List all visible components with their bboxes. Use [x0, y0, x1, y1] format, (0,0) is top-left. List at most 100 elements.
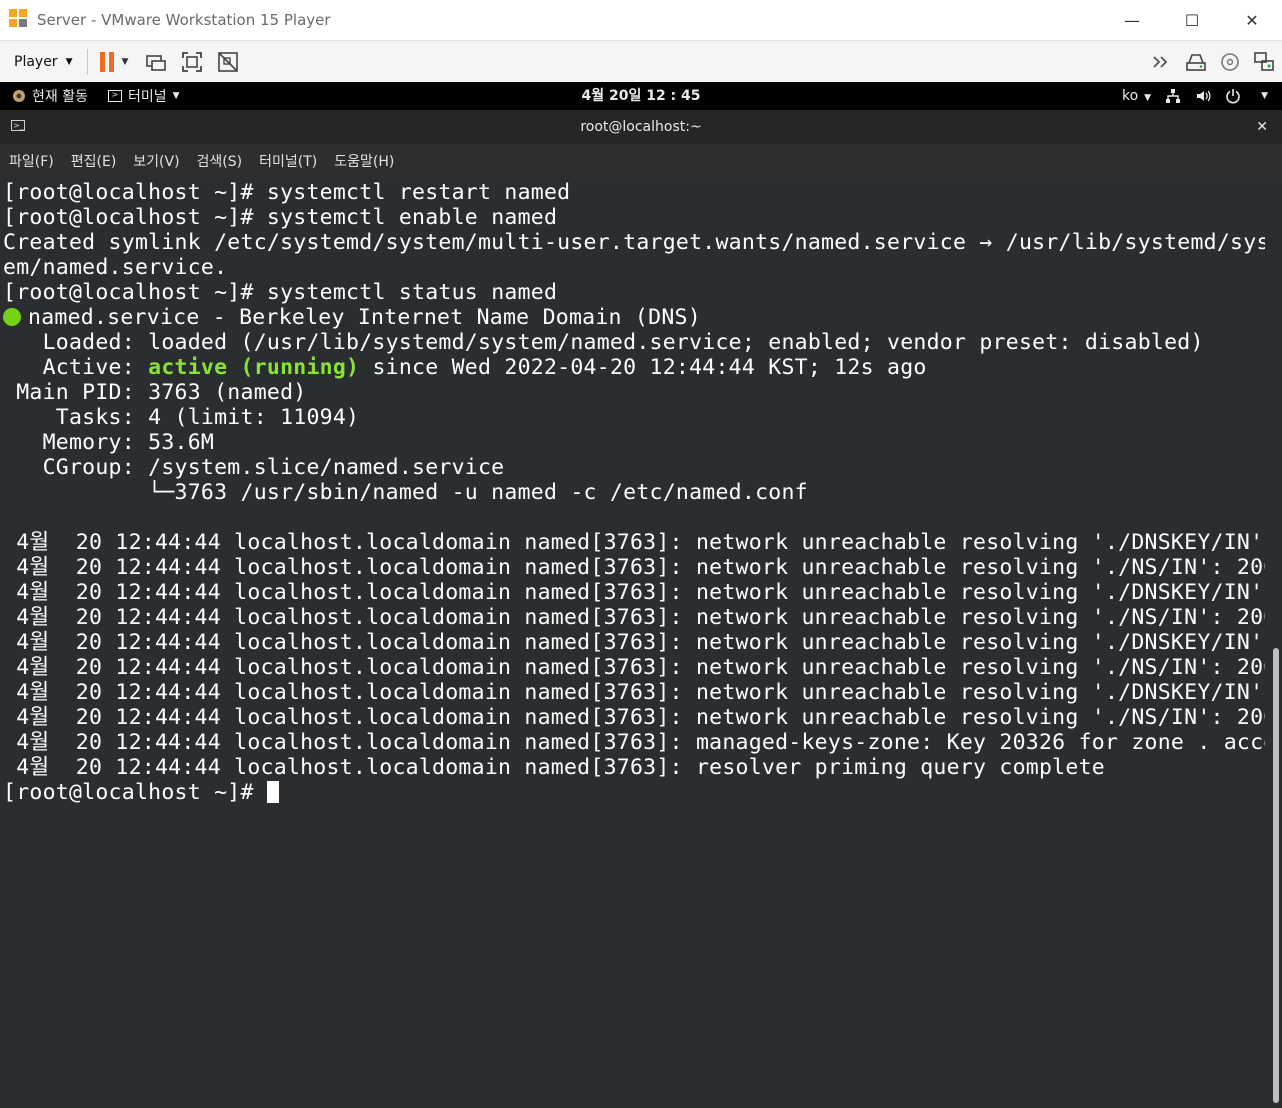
active-status: active (running) — [148, 355, 360, 380]
menu-help[interactable]: 도움말(H) — [334, 151, 394, 171]
prompt: [root@localhost ~]# — [3, 180, 267, 205]
menu-search[interactable]: 검색(S) — [197, 151, 243, 171]
terminal-line: Tasks: 4 (limit: 11094) — [3, 405, 360, 430]
status-dot-icon — [3, 308, 21, 326]
active-label: Active: — [3, 355, 149, 380]
window-title: Server - VMware Workstation 15 Player — [37, 11, 331, 29]
menu-file[interactable]: 파일(F) — [9, 151, 54, 171]
log-message: resolver priming query complete — [695, 755, 1105, 780]
terminal-line: [root@localhost ~]# systemctl status nam… — [3, 280, 1265, 305]
close-window-button[interactable]: ✕ — [1222, 0, 1282, 40]
terminal-line: └─3763 /usr/sbin/named -u named -c /etc/… — [3, 480, 808, 505]
log-line: 4월 20 12:44:44 localhost.localdomain nam… — [3, 555, 1265, 580]
log-prefix: 4월 20 12:44:44 localhost.localdomain nam… — [3, 555, 696, 580]
clock[interactable]: 4월 20일 12 : 45 — [0, 82, 1282, 110]
window-titlebar: Server - VMware Workstation 15 Player — … — [0, 0, 1282, 40]
text-cursor — [266, 781, 279, 803]
power-icon[interactable] — [1225, 88, 1241, 104]
terminal-menubar: 파일(F) 편집(E) 보기(V) 검색(S) 터미널(T) 도움말(H) — [0, 144, 1282, 178]
terminal-line: Main PID: 3763 (named) — [3, 380, 307, 405]
hard-disk-icon[interactable] — [1184, 50, 1208, 74]
terminal-output[interactable]: [root@localhost ~]# systemctl restart na… — [0, 178, 1282, 1108]
close-icon[interactable]: ✕ — [1256, 110, 1268, 144]
log-prefix: 4월 20 12:44:44 localhost.localdomain nam… — [3, 605, 696, 630]
log-prefix: 4월 20 12:44:44 localhost.localdomain nam… — [3, 655, 696, 680]
vmware-toolbar: Player ▼ ▼ — [0, 40, 1282, 83]
log-message: network unreachable resolving './NS/IN':… — [695, 705, 1265, 730]
log-line: 4월 20 12:44:44 localhost.localdomain nam… — [3, 755, 1265, 780]
toolbar-divider — [86, 49, 88, 75]
log-prefix: 4월 20 12:44:44 localhost.localdomain nam… — [3, 755, 696, 780]
minimize-button[interactable]: — — [1102, 0, 1162, 40]
log-prefix: 4월 20 12:44:44 localhost.localdomain nam… — [3, 680, 696, 705]
terminal-line: [root@localhost ~]# — [3, 780, 1265, 805]
player-menu-button[interactable]: Player ▼ — [14, 54, 73, 70]
menu-view[interactable]: 보기(V) — [133, 151, 179, 171]
log-line: 4월 20 12:44:44 localhost.localdomain nam… — [3, 605, 1265, 630]
log-line: 4월 20 12:44:44 localhost.localdomain nam… — [3, 530, 1265, 555]
command-text: systemctl enable named — [266, 205, 558, 230]
log-line: 4월 20 12:44:44 localhost.localdomain nam… — [3, 630, 1265, 655]
log-line: 4월 20 12:44:44 localhost.localdomain nam… — [3, 705, 1265, 730]
terminal-line: Active: active (running) since Wed 2022-… — [3, 355, 1265, 380]
log-prefix: 4월 20 12:44:44 localhost.localdomain nam… — [3, 580, 696, 605]
log-message: network unreachable resolving './NS/IN':… — [695, 655, 1265, 680]
gnome-top-bar: 현재 활동 > 터미널 ▼ 4월 20일 12 : 45 ko ▼ ▼ — [0, 82, 1282, 110]
log-message: managed-keys-zone: Key 20326 for zone . … — [695, 730, 1265, 755]
fit-guest-icon[interactable] — [180, 50, 204, 74]
log-message: network unreachable resolving './DNSKEY/… — [695, 530, 1265, 555]
terminal-line: CGroup: /system.slice/named.service — [3, 455, 505, 480]
prompt: [root@localhost ~]# — [3, 205, 267, 230]
terminal-line: Created symlink /etc/systemd/system/mult… — [3, 230, 1265, 255]
player-menu-label: Player — [14, 54, 58, 70]
input-language-indicator[interactable]: ko ▼ — [1122, 88, 1151, 104]
terminal-line: [root@localhost ~]# systemctl enable nam… — [3, 205, 1265, 230]
terminal-line: Loaded: loaded (/usr/lib/systemd/system/… — [3, 330, 1204, 355]
log-message: network unreachable resolving './DNSKEY/… — [695, 680, 1265, 705]
unity-mode-icon[interactable] — [216, 50, 240, 74]
vm-screen[interactable]: 현재 활동 > 터미널 ▼ 4월 20일 12 : 45 ko ▼ ▼ >_ ro… — [0, 82, 1282, 1108]
log-line: 4월 20 12:44:44 localhost.localdomain nam… — [3, 730, 1265, 755]
service-title: named.service - Berkeley Internet Name D… — [28, 305, 701, 330]
cd-dvd-icon[interactable] — [1218, 50, 1242, 74]
prompt: [root@localhost ~]# — [3, 280, 267, 305]
log-prefix: 4월 20 12:44:44 localhost.localdomain nam… — [3, 730, 696, 755]
log-prefix: 4월 20 12:44:44 localhost.localdomain nam… — [3, 530, 696, 555]
log-prefix: 4월 20 12:44:44 localhost.localdomain nam… — [3, 705, 696, 730]
chevron-down-icon: ▼ — [65, 57, 73, 67]
log-message: network unreachable resolving './DNSKEY/… — [695, 580, 1265, 605]
system-menu-chevron-icon[interactable]: ▼ — [1261, 91, 1268, 101]
terminal-line: named.service - Berkeley Internet Name D… — [3, 305, 1265, 330]
terminal-scrollbar[interactable] — [1273, 648, 1279, 1103]
log-line: 4월 20 12:44:44 localhost.localdomain nam… — [3, 680, 1265, 705]
vmware-app-icon — [9, 9, 31, 31]
prompt: [root@localhost ~]# — [3, 780, 267, 805]
terminal-line: [root@localhost ~]# systemctl restart na… — [3, 180, 1265, 205]
terminal-headerbar: >_ root@localhost:~ ✕ — [0, 110, 1282, 144]
menu-edit[interactable]: 편집(E) — [71, 151, 117, 171]
terminal-line: em/named.service. — [3, 255, 228, 280]
terminal-line: Memory: 53.6M — [3, 430, 215, 455]
network-wired-icon[interactable] — [1165, 88, 1181, 104]
command-text: systemctl status named — [266, 280, 558, 305]
log-prefix: 4월 20 12:44:44 localhost.localdomain nam… — [3, 630, 696, 655]
menu-terminal[interactable]: 터미널(T) — [259, 151, 317, 171]
log-message: network unreachable resolving './NS/IN':… — [695, 555, 1265, 580]
input-language-label: ko — [1121, 88, 1139, 104]
pause-icon[interactable] — [99, 52, 114, 72]
power-options-chevron-icon[interactable]: ▼ — [122, 57, 129, 67]
terminal-title: root@localhost:~ — [580, 119, 702, 135]
network-adapter-icon[interactable] — [1252, 50, 1276, 74]
more-devices-icon[interactable] — [1150, 50, 1174, 74]
log-line: 4월 20 12:44:44 localhost.localdomain nam… — [3, 580, 1265, 605]
log-message: network unreachable resolving './DNSKEY/… — [695, 630, 1265, 655]
log-line: 4월 20 12:44:44 localhost.localdomain nam… — [3, 655, 1265, 680]
command-text: systemctl restart named — [266, 180, 571, 205]
chevron-down-icon: ▼ — [1144, 93, 1152, 103]
maximize-button[interactable]: ☐ — [1162, 0, 1222, 40]
active-since: since Wed 2022-04-20 12:44:44 KST; 12s a… — [359, 355, 927, 380]
log-message: network unreachable resolving './NS/IN':… — [695, 605, 1265, 630]
volume-icon[interactable] — [1195, 88, 1211, 104]
send-ctrl-alt-del-icon[interactable] — [144, 50, 168, 74]
